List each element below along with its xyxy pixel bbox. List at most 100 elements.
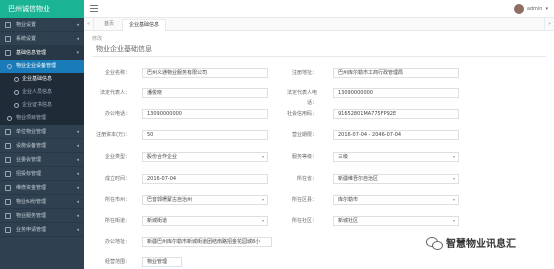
office-phone-label: 办公电话：	[104, 111, 130, 117]
street-value: 新城街道	[147, 218, 168, 224]
business-term-label: 营业期限：	[291, 132, 317, 138]
chevron-down-icon: ▾	[545, 6, 548, 12]
tab-bar: « 首页 企业基础信息 »	[84, 18, 554, 31]
established-label: 成立时间：	[104, 176, 130, 182]
sidebar-item-property-settings[interactable]: 物业设置 ◂	[0, 18, 84, 32]
circle-icon	[7, 116, 12, 121]
sidebar-item-applications[interactable]: 业务申请管理 ◂	[0, 223, 84, 237]
qualification-select[interactable]: 三级 ▾	[333, 152, 459, 162]
sidebar-item-label: 招投标管理	[16, 171, 42, 177]
sidebar-subitem-label: 物业项目管理	[16, 115, 47, 121]
folder-icon	[5, 50, 11, 56]
building-icon	[5, 129, 11, 135]
city-label: 所在市州：	[104, 197, 130, 203]
tab-home[interactable]: 首页	[98, 18, 120, 31]
sidebar-submenu: 物业企业设备管理 企业基础信息 企业人员信息 企业证书信息 物业项目管理	[0, 60, 84, 125]
sidebar-item-basic-info[interactable]: 基础信息管理 ▾	[0, 46, 84, 60]
reg-address-field[interactable]: 巴州库尔勒市工商行政管理局	[333, 68, 459, 78]
sidebar-item-label: 基础信息管理	[16, 50, 47, 56]
sidebar-item-label: 单位物业管理	[16, 129, 47, 135]
sidebar-item-bidding[interactable]: 招投标管理 ◂	[0, 167, 84, 181]
province-value: 新疆维吾尔自治区	[338, 176, 379, 182]
sidebar-subitem-company-basic-info[interactable]: 企业基础信息	[0, 73, 84, 86]
tab-scroll-right-icon[interactable]: »	[544, 18, 554, 31]
sidebar-item-label: 维修资金管理	[16, 185, 47, 191]
user-name: admin	[526, 6, 543, 12]
chevron-down-icon: ▾	[452, 218, 455, 223]
page-title: 物业企业基础信息	[96, 45, 152, 53]
company-name-label: 企业名称：	[104, 70, 130, 76]
chevron-left-icon: ◂	[76, 227, 79, 233]
sidebar-item-label: 系统设置	[16, 36, 37, 42]
document-icon	[5, 227, 11, 233]
capital-field[interactable]: 50	[142, 130, 268, 140]
sidebar-item-label: 业委会管理	[16, 157, 42, 163]
established-field[interactable]: 2016-07-04	[142, 174, 268, 184]
county-value: 库尔勒市	[338, 197, 359, 203]
reg-address-label: 注册地址：	[291, 70, 317, 76]
office-phone-field[interactable]: 13090000000	[142, 109, 268, 119]
chevron-down-icon: ▾	[261, 154, 264, 159]
company-type-select[interactable]: 股份合作企业 ▾	[142, 152, 268, 162]
sidebar-item-label: 业务申请管理	[16, 227, 47, 233]
sidebar-subitem-label: 企业基础信息	[22, 76, 53, 82]
business-term-field[interactable]: 2016-07-04 - 2046-07-04	[333, 130, 459, 140]
tab-scroll-left-icon[interactable]: «	[84, 18, 94, 31]
circle-icon	[14, 90, 19, 95]
chevron-down-icon: ▾	[452, 176, 455, 181]
credit-code-field[interactable]: 91652801MA775FP92E	[333, 109, 459, 119]
chevron-down-icon: ▾	[76, 50, 79, 56]
hamburger-menu-icon[interactable]	[90, 5, 98, 12]
service-icon	[5, 213, 11, 219]
company-type-value: 股份合作企业	[147, 154, 178, 160]
business-scope-field[interactable]: 物业管理	[142, 257, 182, 267]
company-name-field[interactable]: 巴州义通物业服务有限公司	[142, 68, 268, 78]
sidebar-item-disputes[interactable]: 物业纠纷管理 ◂	[0, 195, 84, 209]
avatar	[513, 4, 524, 14]
legal-rep-field[interactable]: 潘俊晓	[142, 88, 268, 98]
tab-company-basic-info[interactable]: 企业基础信息	[122, 19, 167, 31]
sidebar-subitem-company-staff[interactable]: 企业人员信息	[0, 86, 84, 99]
office-address-field[interactable]: 新疆巴州库尔勒市新城街道团结南路招金花园城8小	[142, 237, 272, 247]
chevron-left-icon: ◂	[76, 36, 79, 42]
sidebar-item-facilities[interactable]: 设施设备管理 ◂	[0, 139, 84, 153]
sidebar-item-owners-committee[interactable]: 业委会管理 ◂	[0, 153, 84, 167]
community-select[interactable]: 新城社区 ▾	[333, 216, 459, 226]
sidebar-subsubmenu: 企业基础信息 企业人员信息 企业证书信息	[0, 73, 84, 112]
watermark-text: 智慧物业讯息汇	[446, 239, 516, 250]
street-select[interactable]: 新城街道 ▾	[142, 216, 268, 226]
grid-icon	[5, 22, 11, 28]
chevron-left-icon: ◂	[76, 143, 79, 149]
sidebar-subitem-enterprise-equipment[interactable]: 物业企业设备管理	[0, 60, 84, 73]
coin-icon	[5, 185, 11, 191]
sidebar-item-maintenance-fund[interactable]: 维修资金管理 ◂	[0, 181, 84, 195]
sidebar: 巴州诚信物业 物业设置 ◂ 系统设置 ◂ 基础信息管理 ▾ 物业企业设备管理 企…	[0, 0, 84, 269]
sidebar-item-services[interactable]: 物业服务管理 ◂	[0, 209, 84, 223]
sidebar-subitem-label: 物业企业设备管理	[16, 63, 57, 69]
county-select[interactable]: 库尔勒市 ▾	[333, 195, 459, 205]
watermark: 智慧物业讯息汇	[426, 235, 516, 250]
capital-label: 注册资本(万)：	[96, 132, 130, 138]
qualification-value: 三级	[338, 154, 349, 160]
community-label: 所在社区：	[291, 218, 317, 224]
chevron-left-icon: ◂	[76, 213, 79, 219]
sidebar-subitem-label: 企业证书信息	[22, 102, 53, 108]
gear-icon	[5, 36, 11, 42]
chat-bubbles-icon	[426, 236, 443, 250]
sidebar-subitem-property-projects[interactable]: 物业项目管理	[0, 112, 84, 125]
company-type-label: 企业类型：	[104, 154, 130, 160]
county-label: 所在区县：	[291, 197, 317, 203]
sidebar-item-system-settings[interactable]: 系统设置 ◂	[0, 32, 84, 46]
chevron-down-icon: ▾	[261, 197, 264, 202]
city-value: 巴音郭楞蒙古自治州	[147, 197, 193, 203]
city-select[interactable]: 巴音郭楞蒙古自治州 ▾	[142, 195, 268, 205]
province-select[interactable]: 新疆维吾尔自治区 ▾	[333, 174, 459, 184]
sidebar-item-label: 物业设置	[16, 22, 37, 28]
sidebar-subitem-label: 企业人员信息	[22, 89, 53, 95]
legal-phone-field[interactable]: 13090000000	[333, 88, 459, 98]
user-menu[interactable]: admin ▾	[513, 3, 548, 15]
sidebar-item-unit-property[interactable]: 单位物业管理 ◂	[0, 125, 84, 139]
chevron-left-icon: ◂	[76, 199, 79, 205]
sidebar-subitem-company-certificates[interactable]: 企业证书信息	[0, 99, 84, 112]
edit-link[interactable]: 修改	[92, 35, 102, 42]
